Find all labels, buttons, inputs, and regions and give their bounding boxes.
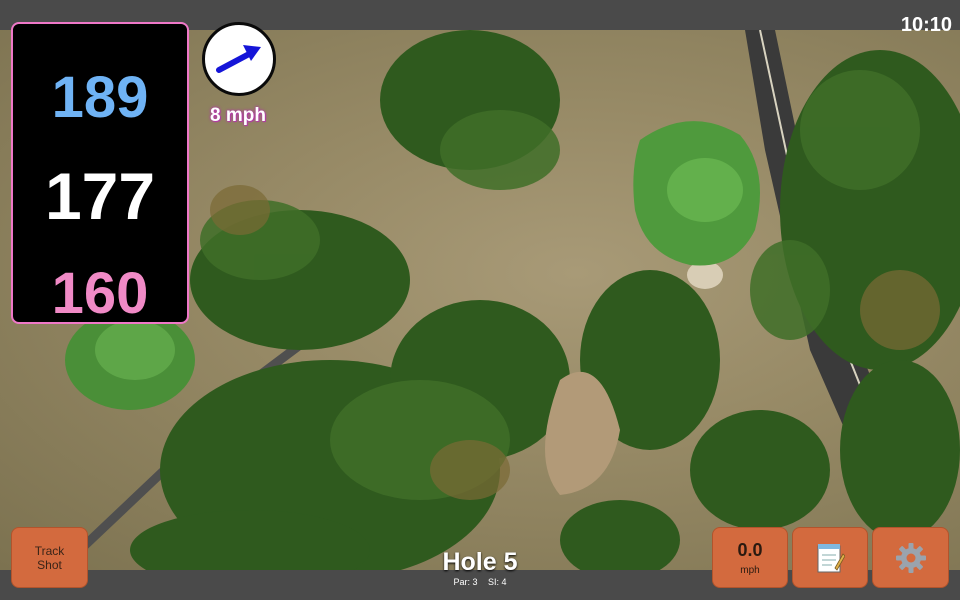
distance-back: 189 [51, 65, 149, 130]
track-shot-label-line1: Track [34, 543, 65, 558]
wind-indicator [202, 22, 276, 96]
notes-button[interactable] [792, 527, 868, 588]
shot-speed-button[interactable]: 0.0 mph [712, 527, 788, 588]
distance-middle: 177 [44, 159, 156, 233]
wind-arrow-icon [216, 45, 261, 73]
hole-meta: Par: 3 SI: 4 [380, 577, 580, 587]
distance-front: 160 [51, 261, 149, 326]
distance-panel: 189 177 160 [11, 22, 189, 326]
hole-par: Par: 3 [453, 577, 478, 587]
track-shot-label-line2: Shot [37, 557, 62, 572]
hole-stroke-index: SI: 4 [488, 577, 507, 587]
clock: 10:10 [900, 14, 952, 36]
wind-speed: 8 mph [210, 105, 266, 126]
shot-speed-unit: mph [740, 564, 760, 576]
track-shot-button[interactable]: Track Shot [11, 527, 88, 588]
notepad-icon [817, 543, 845, 572]
settings-button[interactable] [872, 527, 949, 588]
gear-icon [895, 542, 926, 573]
hole-title: Hole 5 [442, 548, 518, 576]
shot-speed-value: 0.0 [737, 539, 763, 560]
